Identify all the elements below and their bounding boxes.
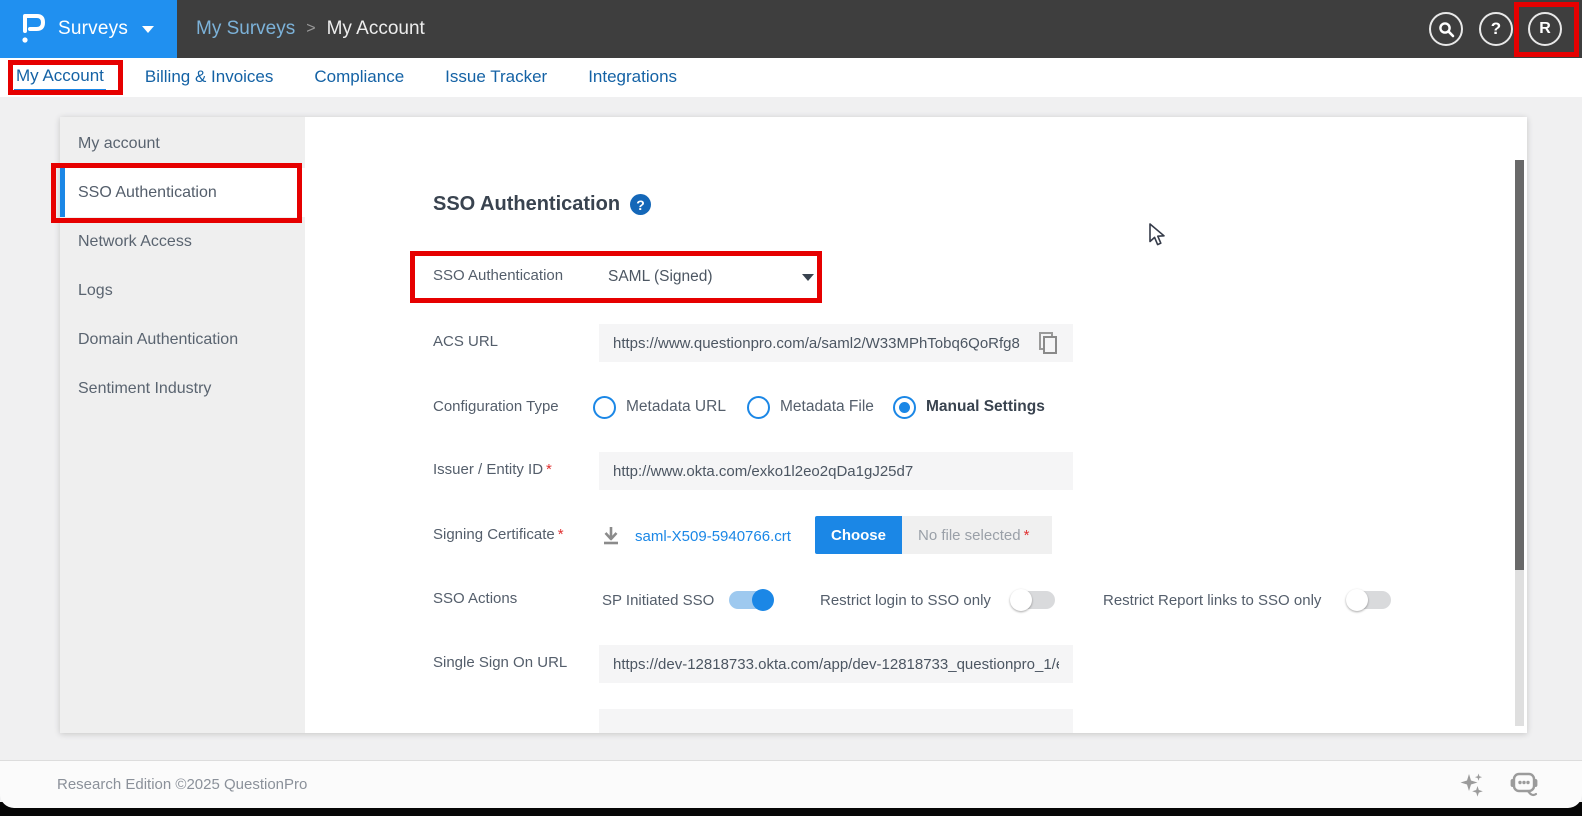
choose-file-button[interactable]: Choose bbox=[815, 516, 902, 554]
radio-manual-settings[interactable]: Manual Settings bbox=[893, 389, 1045, 425]
search-button[interactable] bbox=[1429, 12, 1463, 46]
row-sso-authentication: SSO Authentication SAML (Signed) bbox=[60, 252, 1527, 302]
sparkles-ai-icon[interactable] bbox=[1458, 771, 1486, 799]
copy-button[interactable] bbox=[1037, 331, 1059, 355]
acs-url-field: https://www.questionpro.com/a/saml2/W33M… bbox=[599, 324, 1073, 362]
heading-help-button[interactable]: ? bbox=[630, 194, 651, 215]
questionpro-logo-icon bbox=[20, 11, 46, 47]
scrollbar-track[interactable] bbox=[1515, 570, 1524, 726]
help-button[interactable]: ? bbox=[1479, 12, 1513, 46]
settings-sidebar: My account SSO Authentication Network Ac… bbox=[60, 117, 305, 733]
breadcrumb-parent[interactable]: My Surveys bbox=[196, 18, 295, 40]
footer-copyright: Research Edition ©2025 QuestionPro bbox=[57, 761, 307, 808]
avatar-initial: R bbox=[1539, 20, 1551, 38]
support-chat-icon[interactable] bbox=[1508, 771, 1540, 799]
footer-icons bbox=[1458, 761, 1540, 808]
row-issuer-entity-id: Issuer / Entity ID* http://www.okta.com/… bbox=[60, 450, 1527, 492]
breadcrumb-separator-icon: > bbox=[306, 20, 315, 38]
product-name: Surveys bbox=[58, 18, 128, 40]
restrict-report-links-label: Restrict Report links to SSO only bbox=[1103, 579, 1321, 621]
sso-select-label: SSO Authentication bbox=[433, 267, 563, 284]
issuer-value: http://www.okta.com/exko1l2eo2qDa1gJ25d7 bbox=[613, 463, 913, 480]
radio-metadata-url[interactable]: Metadata URL bbox=[593, 389, 726, 425]
help-icon: ? bbox=[1491, 19, 1501, 39]
tab-compliance[interactable]: Compliance bbox=[312, 65, 406, 90]
sso-actions-label: SSO Actions bbox=[433, 590, 517, 607]
required-asterisk: * bbox=[546, 461, 552, 478]
download-icon bbox=[601, 525, 621, 547]
breadcrumb-current: My Account bbox=[327, 18, 425, 40]
sso-type-select[interactable]: SAML (Signed) bbox=[608, 252, 713, 302]
issuer-label: Issuer / Entity ID* bbox=[433, 461, 552, 478]
question-icon: ? bbox=[636, 197, 645, 213]
sidebar-item-label: My account bbox=[78, 135, 160, 153]
download-certificate-button[interactable] bbox=[601, 525, 621, 552]
row-acs-url: ACS URL https://www.questionpro.com/a/sa… bbox=[60, 322, 1527, 364]
radio-label: Metadata File bbox=[780, 398, 874, 416]
signing-certificate-label-text: Signing Certificate bbox=[433, 526, 555, 543]
row-sso-actions: SSO Actions SP Initiated SSO Restrict lo… bbox=[60, 579, 1527, 621]
no-file-text: No file selected bbox=[918, 527, 1021, 544]
sp-initiated-sso-label: SP Initiated SSO bbox=[602, 579, 714, 621]
scrollbar-thumb[interactable] bbox=[1515, 160, 1524, 570]
toggle-knob-icon bbox=[1010, 589, 1032, 611]
tab-billing-invoices[interactable]: Billing & Invoices bbox=[143, 65, 276, 90]
chevron-down-icon[interactable] bbox=[802, 274, 814, 281]
avatar[interactable]: R bbox=[1528, 12, 1562, 46]
acs-url-label: ACS URL bbox=[433, 333, 498, 350]
row-single-sign-on-url: Single Sign On URL https://dev-12818733.… bbox=[60, 643, 1527, 685]
questionpro-app: Surveys My Surveys > My Account ? R My A… bbox=[0, 0, 1582, 816]
restrict-login-label: Restrict login to SSO only bbox=[820, 579, 991, 621]
account-tabbar: My Account Billing & Invoices Compliance… bbox=[0, 58, 1582, 97]
radio-label: Metadata URL bbox=[626, 398, 726, 416]
toggle-knob-icon bbox=[752, 589, 774, 611]
signing-certificate-label: Signing Certificate* bbox=[433, 526, 564, 543]
no-file-selected-text: No file selected* bbox=[902, 516, 1052, 554]
radio-label: Manual Settings bbox=[926, 398, 1045, 416]
single-sign-on-url-label: Single Sign On URL bbox=[433, 654, 567, 671]
settings-panel: My account SSO Authentication Network Ac… bbox=[60, 117, 1527, 733]
row-signing-certificate: Signing Certificate* saml-X509-5940766.c… bbox=[60, 515, 1527, 557]
radio-checked-icon bbox=[893, 396, 916, 419]
single-sign-on-url-value: https://dev-12818733.okta.com/app/dev-12… bbox=[613, 656, 1059, 673]
row-configuration-type: Configuration Type Metadata URL Metadata… bbox=[60, 389, 1527, 425]
radio-icon bbox=[747, 396, 770, 419]
copy-icon bbox=[1037, 331, 1059, 355]
product-caret-icon bbox=[142, 26, 154, 33]
top-header: Surveys My Surveys > My Account ? R bbox=[0, 0, 1582, 58]
radio-metadata-file[interactable]: Metadata File bbox=[747, 389, 874, 425]
radio-icon bbox=[593, 396, 616, 419]
sidebar-item-label: SSO Authentication bbox=[78, 184, 217, 202]
configuration-type-label: Configuration Type bbox=[433, 398, 559, 415]
sidebar-item-label: Network Access bbox=[78, 233, 192, 251]
acs-url-value: https://www.questionpro.com/a/saml2/W33M… bbox=[613, 335, 1020, 352]
footer: Research Edition ©2025 QuestionPro bbox=[0, 760, 1582, 808]
issuer-entity-id-field[interactable]: http://www.okta.com/exko1l2eo2qDa1gJ25d7 bbox=[599, 452, 1073, 490]
sp-initiated-sso-toggle[interactable] bbox=[729, 591, 773, 609]
tab-issue-tracker[interactable]: Issue Tracker bbox=[443, 65, 549, 90]
toggle-knob-icon bbox=[1346, 589, 1368, 611]
product-switcher[interactable]: Surveys bbox=[0, 0, 177, 58]
page-heading: SSO Authentication ? bbox=[433, 193, 651, 216]
sidebar-item-my-account[interactable]: My account bbox=[60, 119, 305, 168]
search-icon bbox=[1438, 21, 1455, 38]
issuer-label-text: Issuer / Entity ID bbox=[433, 461, 543, 478]
tab-integrations[interactable]: Integrations bbox=[586, 65, 679, 90]
breadcrumb: My Surveys > My Account bbox=[196, 0, 425, 58]
page-title: SSO Authentication bbox=[433, 193, 620, 216]
tab-my-account[interactable]: My Account bbox=[14, 64, 106, 91]
restrict-report-links-toggle[interactable] bbox=[1347, 591, 1391, 609]
required-asterisk: * bbox=[1024, 527, 1030, 544]
required-asterisk: * bbox=[558, 526, 564, 543]
restrict-login-toggle[interactable] bbox=[1011, 591, 1055, 609]
single-sign-on-url-field[interactable]: https://dev-12818733.okta.com/app/dev-12… bbox=[599, 645, 1073, 683]
certificate-file-link[interactable]: saml-X509-5940766.crt bbox=[635, 515, 791, 557]
clipped-next-field[interactable] bbox=[599, 709, 1073, 733]
sidebar-item-sso-authentication[interactable]: SSO Authentication bbox=[60, 168, 305, 217]
